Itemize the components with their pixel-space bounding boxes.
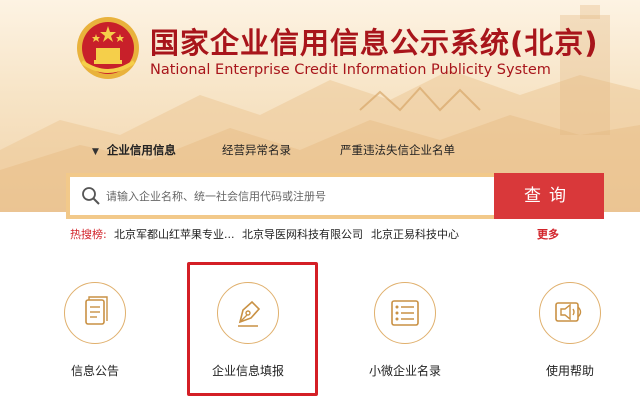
document-icon	[85, 296, 108, 325]
national-emblem-icon	[77, 17, 139, 79]
hot-search-label: 热搜榜:	[70, 228, 107, 241]
search-box	[66, 173, 494, 219]
highlight-box	[187, 262, 318, 396]
service-label: 信息公告	[70, 364, 119, 378]
search-input[interactable]	[106, 183, 486, 209]
speaker-icon	[555, 302, 582, 322]
search-category-tabs: ▼ 企业信用信息 经营异常名录 严重违法失信企业名单	[0, 142, 640, 166]
tab-enterprise-credit[interactable]: ▼ 企业信用信息	[92, 142, 176, 158]
tab-serious-violation[interactable]: 严重违法失信企业名单	[340, 142, 455, 158]
hot-search-item[interactable]: 北京军都山红苹果专业...	[114, 226, 235, 242]
service-micro-enterprise[interactable]: 小微企业名录	[350, 282, 460, 392]
more-link[interactable]: 更多	[537, 226, 559, 242]
hot-search-bar: 热搜榜: 北京军都山红苹果专业... 北京导医网科技有限公司 北京正易科技中心 …	[70, 226, 640, 244]
service-label: 小微企业名录	[368, 364, 441, 378]
list-icon	[391, 300, 419, 326]
page-subtitle: National Enterprise Credit Information P…	[150, 62, 551, 78]
caret-down-icon: ▼	[92, 147, 99, 157]
search-button[interactable]: 查询	[494, 173, 604, 219]
service-info-notice[interactable]: 信息公告	[40, 282, 150, 392]
tab-abnormal-operation[interactable]: 经营异常名录	[222, 142, 291, 158]
service-help[interactable]: 使用帮助	[515, 282, 625, 392]
search-icon	[82, 187, 100, 205]
hot-search-item[interactable]: 北京导医网科技有限公司	[242, 226, 363, 242]
hot-search-item[interactable]: 北京正易科技中心	[371, 226, 459, 242]
service-label: 使用帮助	[545, 364, 594, 378]
page-title: 国家企业信用信息公示系统(北京)	[150, 26, 599, 60]
